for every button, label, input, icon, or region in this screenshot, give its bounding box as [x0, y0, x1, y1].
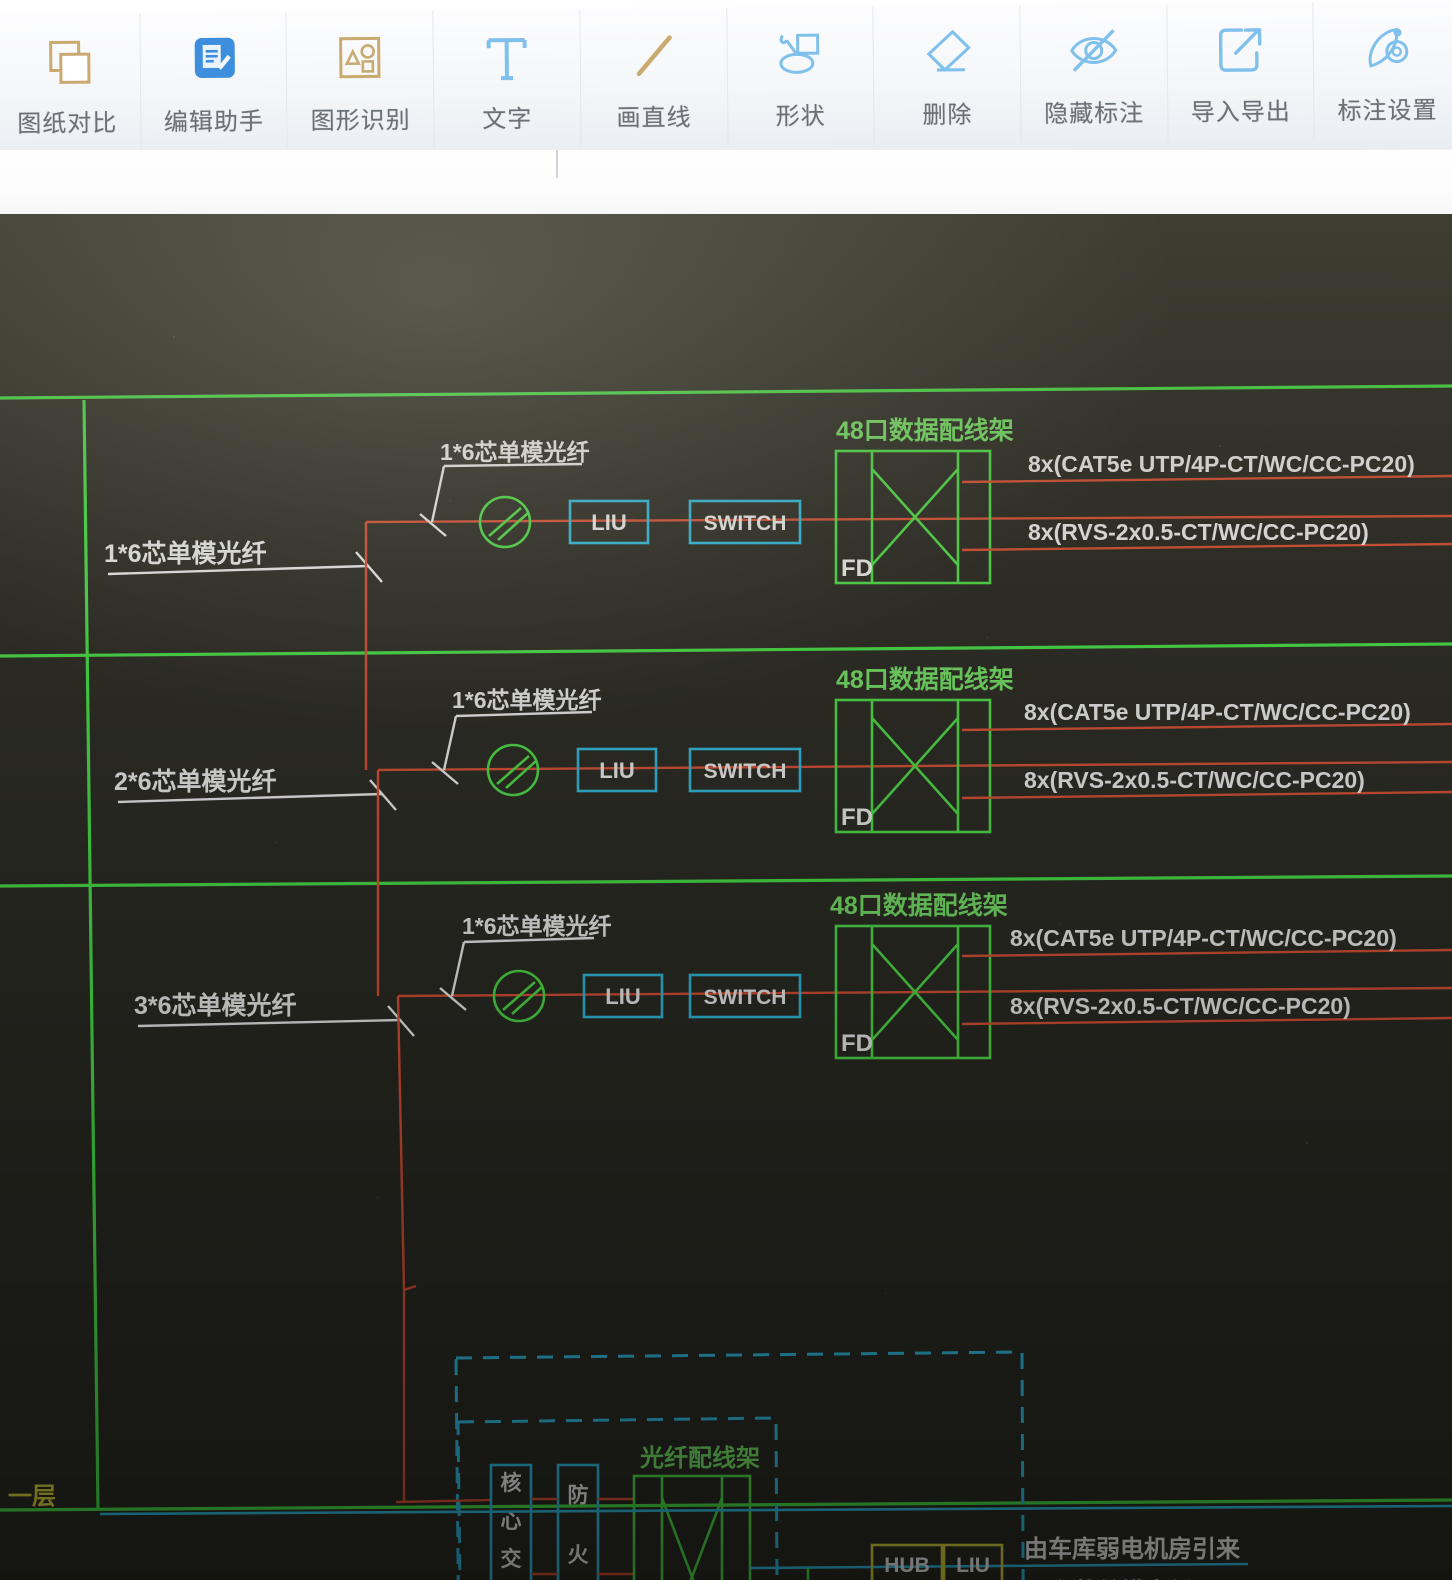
cable-label-2-floor-2: 8x(RVS-2x0.5-CT/WC/CC-PC20)	[1024, 767, 1365, 793]
edit-assistant-icon	[183, 33, 244, 96]
text-tool-icon	[476, 30, 537, 93]
svg-text:交: 交	[501, 1547, 522, 1571]
toolbar-item-label: 隐藏标注	[1043, 99, 1145, 128]
cable-label-1-floor-3: 8x(CAT5e UTP/4P-CT/WC/CC-PC20)	[1010, 925, 1397, 951]
hub-box: HUB	[870, 1543, 944, 1580]
toolbar-item-compare-drawings[interactable]: 图纸对比	[0, 13, 142, 154]
liu-box-bd: LIU	[942, 1543, 1004, 1580]
svg-text:核: 核	[501, 1471, 522, 1495]
switch-label: SWITCH	[704, 986, 787, 1009]
liu-box-floor-2: LIU	[576, 747, 658, 793]
toolbar-item-label: 形状	[775, 103, 826, 131]
shape-tool-icon	[770, 27, 831, 90]
fiber-panel-title: 光纤配线架	[639, 1444, 760, 1472]
cable-label-2-floor-3: 8x(RVS-2x0.5-CT/WC/CC-PC20)	[1010, 993, 1351, 1019]
toolbar-region: 图纸对比 编辑助手 图形识别 文字 画直线 形状 删除 隐藏标注 导入导出 标注…	[0, 0, 1452, 225]
cable-label-1-floor-1: 8x(CAT5e UTP/4P-CT/WC/CC-PC20)	[1028, 451, 1415, 477]
switch-label: SWITCH	[704, 512, 787, 535]
cable-label-1-floor-2: 8x(CAT5e UTP/4P-CT/WC/CC-PC20)	[1024, 699, 1411, 725]
hide-annotation-eye-icon	[1063, 24, 1124, 87]
draw-line-icon	[623, 28, 684, 91]
svg-text:火: 火	[568, 1544, 589, 1567]
toolbar-item-delete[interactable]: 删除	[873, 5, 1022, 145]
liu-label: LIU	[956, 1554, 990, 1577]
toolbar-item-import-export[interactable]: 导入导出	[1166, 2, 1315, 142]
patch-panel-title: 48口数据配线架	[830, 891, 1008, 920]
liu-box-floor-3: LIU	[582, 973, 664, 1019]
core-switch-box: 核 心 交 换 机 核心交换机	[489, 1463, 533, 1580]
toolbar-item-label: 画直线	[616, 104, 692, 133]
toolbar-item-annotation-settings[interactable]: 标注设置	[1314, 1, 1452, 140]
annotation-toolbar: 图纸对比 编辑助手 图形识别 文字 画直线 形状 删除 隐藏标注 导入导出 标注…	[0, 1, 1452, 157]
fiber-label-floor-3: 1*6芯单模光纤	[462, 913, 612, 939]
toolbar-item-text[interactable]: 文字	[433, 9, 582, 149]
patch-panel-title: 48口数据配线架	[836, 416, 1014, 445]
patch-panel-floor-3: 48口数据配线架 FD	[830, 891, 1008, 1060]
liu-label: LIU	[591, 510, 626, 535]
liu-label: LIU	[599, 758, 634, 783]
floor-label: 一层	[8, 1483, 56, 1510]
cable-label-2-floor-1: 8x(RVS-2x0.5-CT/WC/CC-PC20)	[1028, 519, 1369, 545]
bd-note-1: 由车库弱电机房引来	[1024, 1535, 1241, 1563]
hub-label: HUB	[884, 1554, 930, 1577]
toolbar-item-edit-assistant[interactable]: 编辑助手	[140, 12, 289, 152]
paper-seam	[556, 150, 558, 178]
spd-symbol: SPD	[806, 1568, 810, 1580]
switch-box-floor-1: SWITCH	[688, 499, 802, 545]
patch-panel-tag: FD	[841, 555, 873, 582]
import-export-icon	[1210, 23, 1271, 86]
toolbar-item-label: 标注设置	[1337, 97, 1438, 126]
riser-label-1: 1*6芯单模光纤	[104, 539, 267, 568]
toolbar-item-hide-annotation[interactable]: 隐藏标注	[1020, 3, 1169, 144]
patch-panel-title: 48口数据配线架	[836, 665, 1014, 694]
toolbar-item-shape-recognition[interactable]: 图形识别	[286, 10, 435, 151]
toolbar-item-label: 删除	[922, 101, 973, 130]
fiber-label-floor-1: 1*6芯单模光纤	[440, 439, 590, 465]
compare-drawings-icon	[36, 34, 97, 97]
patch-panel-floor-2: 48口数据配线架 FD	[834, 665, 1014, 834]
shape-recognition-icon	[330, 31, 391, 94]
toolbar-item-shape[interactable]: 形状	[726, 6, 875, 146]
patch-panel-tag: FD	[841, 1030, 873, 1057]
switch-box-floor-2: SWITCH	[688, 747, 802, 793]
svg-text:防: 防	[568, 1484, 589, 1507]
toolbar-item-label: 导入导出	[1190, 98, 1291, 127]
toolbar-item-label: 编辑助手	[163, 108, 265, 137]
riser-label-2: 2*6芯单模光纤	[114, 767, 277, 796]
patch-panel-tag: FD	[841, 804, 873, 831]
eraser-delete-icon	[917, 26, 978, 89]
patch-panel-floor-1: 48口数据配线架 FD	[834, 416, 1014, 585]
toolbar-item-draw-line[interactable]: 画直线	[580, 7, 729, 148]
toolbar-item-label: 图形识别	[310, 107, 411, 135]
switch-label: SWITCH	[704, 760, 787, 783]
toolbar-item-label: 文字	[482, 105, 533, 134]
fiber-label-floor-2: 1*6芯单模光纤	[452, 687, 602, 713]
riser-label-3: 3*6芯单模光纤	[134, 991, 297, 1020]
toolbar-item-label: 图纸对比	[17, 109, 118, 138]
liu-label: LIU	[605, 984, 640, 1009]
annotation-settings-icon	[1357, 21, 1418, 84]
svg-text:心: 心	[501, 1510, 522, 1533]
cad-drawing-canvas[interactable]: .gl { stroke:#4cf04c; stroke-width:3.2; …	[0, 214, 1452, 1580]
switch-box-floor-3: SWITCH	[688, 973, 802, 1019]
network-riser-diagram: .gl { stroke:#4cf04c; stroke-width:3.2; …	[0, 384, 1452, 1580]
